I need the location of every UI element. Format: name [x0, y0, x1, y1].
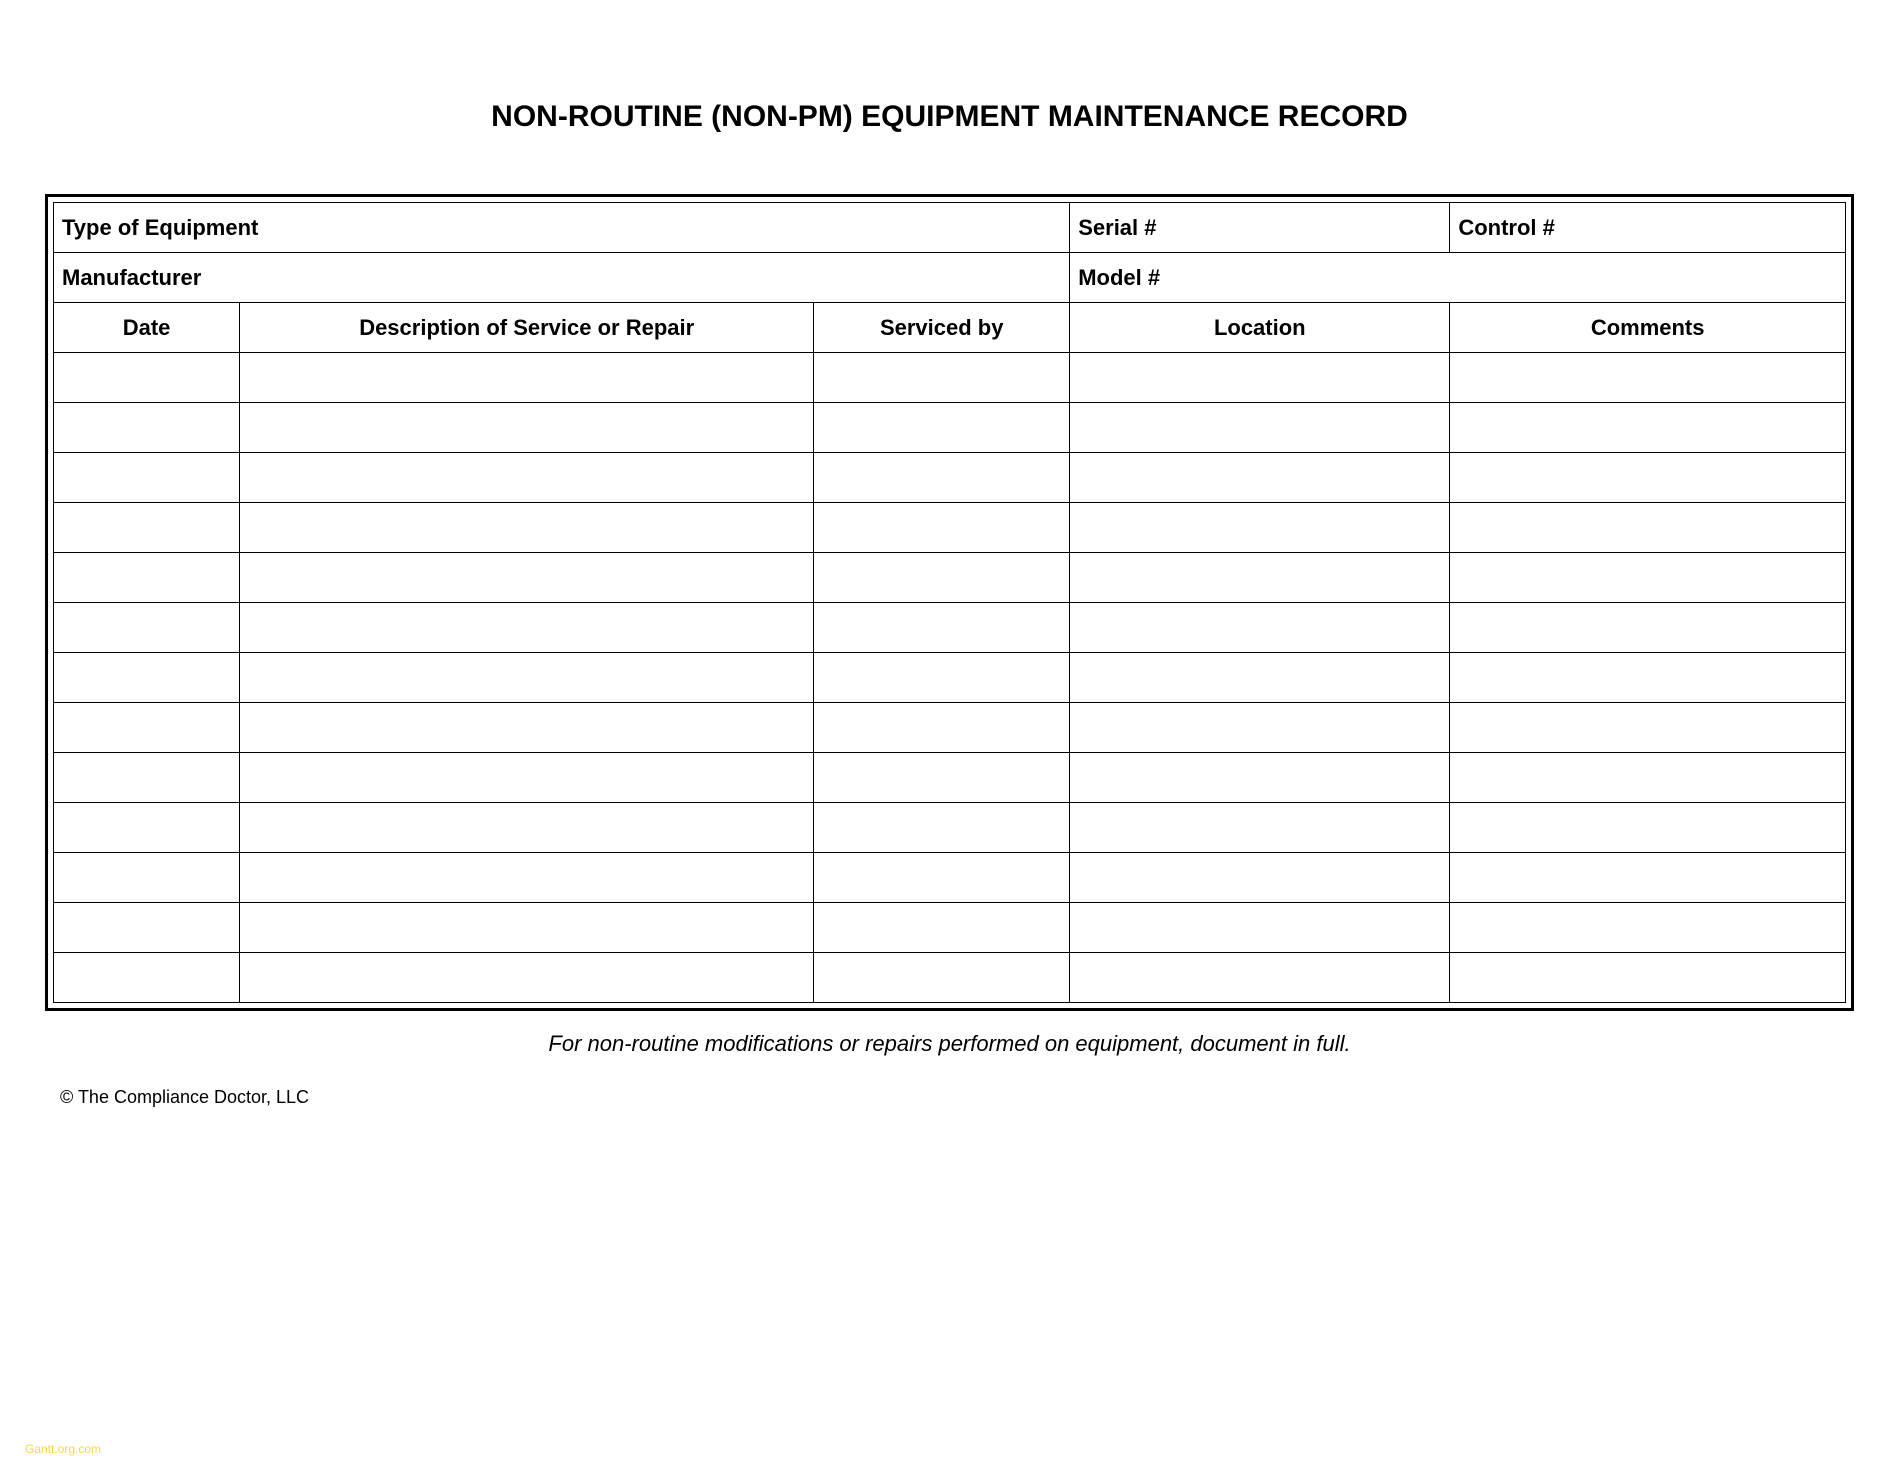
cell-serviced_by[interactable] — [814, 403, 1070, 453]
cell-location[interactable] — [1070, 803, 1450, 853]
cell-serviced_by[interactable] — [814, 453, 1070, 503]
cell-location[interactable] — [1070, 353, 1450, 403]
table-outer-border: Type of Equipment Serial # Control # Man… — [45, 194, 1854, 1011]
cell-comments[interactable] — [1450, 903, 1846, 953]
cell-date[interactable] — [54, 953, 240, 1003]
serial-cell[interactable]: Serial # — [1070, 203, 1450, 253]
cell-date[interactable] — [54, 503, 240, 553]
cell-date[interactable] — [54, 403, 240, 453]
cell-description[interactable] — [240, 753, 814, 803]
table-row — [54, 353, 1846, 403]
cell-serviced_by[interactable] — [814, 853, 1070, 903]
cell-serviced_by[interactable] — [814, 353, 1070, 403]
cell-serviced_by[interactable] — [814, 953, 1070, 1003]
cell-comments[interactable] — [1450, 353, 1846, 403]
cell-location[interactable] — [1070, 503, 1450, 553]
cell-date[interactable] — [54, 803, 240, 853]
cell-comments[interactable] — [1450, 953, 1846, 1003]
header-location: Location — [1070, 303, 1450, 353]
watermark-text: Gantt.org.com — [25, 1442, 101, 1456]
maintenance-table: Type of Equipment Serial # Control # Man… — [53, 202, 1846, 1003]
table-row — [54, 753, 1846, 803]
cell-description[interactable] — [240, 603, 814, 653]
cell-location[interactable] — [1070, 603, 1450, 653]
cell-description[interactable] — [240, 653, 814, 703]
header-description: Description of Service or Repair — [240, 303, 814, 353]
cell-date[interactable] — [54, 753, 240, 803]
cell-date[interactable] — [54, 353, 240, 403]
cell-comments[interactable] — [1450, 503, 1846, 553]
table-row — [54, 553, 1846, 603]
cell-comments[interactable] — [1450, 753, 1846, 803]
table-row — [54, 703, 1846, 753]
cell-description[interactable] — [240, 803, 814, 853]
table-row — [54, 853, 1846, 903]
cell-description[interactable] — [240, 453, 814, 503]
cell-date[interactable] — [54, 653, 240, 703]
cell-location[interactable] — [1070, 953, 1450, 1003]
cell-date[interactable] — [54, 553, 240, 603]
page-container: NON-ROUTINE (NON-PM) EQUIPMENT MAINTENAN… — [0, 0, 1899, 1148]
cell-date[interactable] — [54, 903, 240, 953]
cell-location[interactable] — [1070, 903, 1450, 953]
cell-description[interactable] — [240, 353, 814, 403]
footnote-text: For non-routine modifications or repairs… — [45, 1031, 1854, 1057]
cell-comments[interactable] — [1450, 803, 1846, 853]
table-row — [54, 453, 1846, 503]
table-row — [54, 903, 1846, 953]
info-row-1: Type of Equipment Serial # Control # — [54, 203, 1846, 253]
control-cell[interactable]: Control # — [1450, 203, 1846, 253]
type-of-equipment-cell[interactable]: Type of Equipment — [54, 203, 1070, 253]
header-comments: Comments — [1450, 303, 1846, 353]
cell-date[interactable] — [54, 853, 240, 903]
info-row-2: Manufacturer Model # — [54, 253, 1846, 303]
cell-description[interactable] — [240, 503, 814, 553]
table-row — [54, 803, 1846, 853]
cell-comments[interactable] — [1450, 453, 1846, 503]
cell-serviced_by[interactable] — [814, 703, 1070, 753]
table-row — [54, 403, 1846, 453]
cell-location[interactable] — [1070, 753, 1450, 803]
manufacturer-cell[interactable]: Manufacturer — [54, 253, 1070, 303]
cell-date[interactable] — [54, 703, 240, 753]
table-row — [54, 603, 1846, 653]
cell-serviced_by[interactable] — [814, 803, 1070, 853]
cell-location[interactable] — [1070, 553, 1450, 603]
cell-serviced_by[interactable] — [814, 553, 1070, 603]
cell-description[interactable] — [240, 953, 814, 1003]
cell-serviced_by[interactable] — [814, 603, 1070, 653]
header-serviced-by: Serviced by — [814, 303, 1070, 353]
cell-description[interactable] — [240, 553, 814, 603]
cell-date[interactable] — [54, 603, 240, 653]
cell-description[interactable] — [240, 853, 814, 903]
header-date: Date — [54, 303, 240, 353]
cell-comments[interactable] — [1450, 553, 1846, 603]
model-cell[interactable]: Model # — [1070, 253, 1846, 303]
cell-description[interactable] — [240, 703, 814, 753]
cell-comments[interactable] — [1450, 653, 1846, 703]
table-row — [54, 503, 1846, 553]
table-row — [54, 953, 1846, 1003]
cell-location[interactable] — [1070, 703, 1450, 753]
data-body — [54, 353, 1846, 1003]
table-row — [54, 653, 1846, 703]
cell-comments[interactable] — [1450, 603, 1846, 653]
cell-location[interactable] — [1070, 403, 1450, 453]
cell-location[interactable] — [1070, 853, 1450, 903]
cell-date[interactable] — [54, 453, 240, 503]
cell-description[interactable] — [240, 403, 814, 453]
cell-serviced_by[interactable] — [814, 903, 1070, 953]
copyright-text: © The Compliance Doctor, LLC — [60, 1087, 1854, 1108]
cell-description[interactable] — [240, 903, 814, 953]
cell-comments[interactable] — [1450, 703, 1846, 753]
cell-location[interactable] — [1070, 653, 1450, 703]
cell-comments[interactable] — [1450, 853, 1846, 903]
cell-comments[interactable] — [1450, 403, 1846, 453]
cell-location[interactable] — [1070, 453, 1450, 503]
cell-serviced_by[interactable] — [814, 503, 1070, 553]
page-title: NON-ROUTINE (NON-PM) EQUIPMENT MAINTENAN… — [45, 100, 1854, 134]
column-header-row: Date Description of Service or Repair Se… — [54, 303, 1846, 353]
cell-serviced_by[interactable] — [814, 753, 1070, 803]
cell-serviced_by[interactable] — [814, 653, 1070, 703]
